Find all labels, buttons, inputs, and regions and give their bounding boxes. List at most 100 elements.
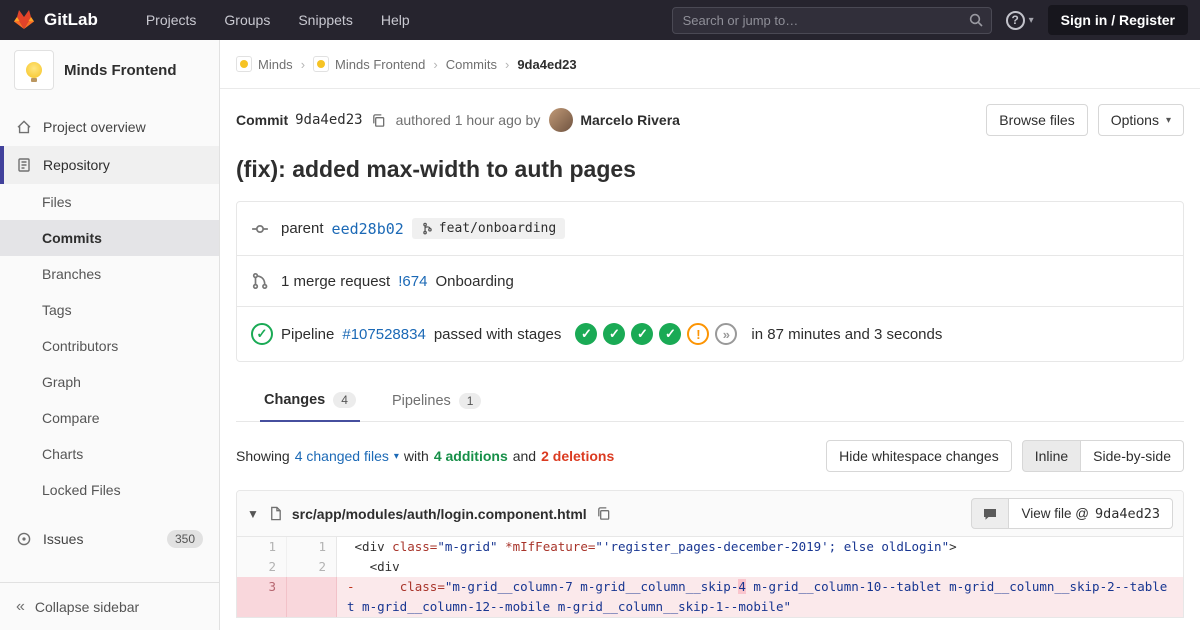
commit-info-box: parent eed28b02 feat/onboarding 1 merge …: [236, 201, 1184, 362]
pipeline-link[interactable]: #107528834: [342, 326, 425, 343]
breadcrumb-separator: ›: [300, 56, 306, 72]
code-line: <div class="m-grid" *mIfFeature="'regist…: [337, 537, 1183, 557]
copy-sha-button[interactable]: [371, 113, 386, 128]
pipeline-status-icon[interactable]: ✓: [251, 323, 273, 345]
file-path[interactable]: src/app/modules/auth/login.component.htm…: [292, 506, 587, 522]
gitlab-home-link[interactable]: GitLab: [12, 8, 98, 32]
code-segment: <div: [354, 559, 400, 574]
search-icon[interactable]: [968, 12, 984, 28]
code-segment: >: [949, 539, 957, 554]
sign-in-button[interactable]: Sign in / Register: [1047, 5, 1188, 35]
changed-files-dropdown[interactable]: 4 changed files ▾: [295, 448, 399, 464]
old-line-number[interactable]: 2: [237, 557, 287, 577]
old-line-number[interactable]: 3: [237, 577, 287, 617]
sidebar-item-branches[interactable]: Branches: [0, 256, 219, 292]
sidebar-item-label: Repository: [43, 157, 110, 173]
options-dropdown-button[interactable]: Options ▾: [1097, 104, 1184, 136]
sidebar-item-tags[interactable]: Tags: [0, 292, 219, 328]
tanuki-icon: [14, 10, 34, 29]
hide-whitespace-button[interactable]: Hide whitespace changes: [826, 440, 1012, 472]
code-segment: "m-grid": [437, 539, 498, 554]
collapse-sidebar-label: Collapse sidebar: [34, 598, 140, 615]
diff-marker: [347, 559, 355, 574]
breadcrumb-label: 9da4ed23: [517, 56, 577, 72]
author-avatar[interactable]: [549, 108, 574, 132]
file-diff-header: ▼ src/app/modules/auth/login.component.h…: [237, 491, 1183, 537]
diff-table: 11 <div class="m-grid" *mIfFeature="'reg…: [237, 537, 1183, 617]
deletions-count: 2 deletions: [541, 448, 615, 464]
breadcrumb-item-9da4ed23[interactable]: 9da4ed23: [517, 57, 576, 72]
sidebar-item-locked-files[interactable]: Locked Files: [0, 472, 219, 508]
view-file-button[interactable]: View file @ 9da4ed23: [1009, 498, 1173, 529]
collapse-file-chevron-icon[interactable]: ▼: [247, 507, 259, 521]
pipeline-status-text: passed with stages: [433, 325, 562, 343]
view-mode-toggle: Inline Side-by-side: [1021, 440, 1184, 472]
nav-menu-item-help[interactable]: Help: [367, 0, 424, 40]
merge-request-link[interactable]: !674: [398, 273, 427, 290]
sidebar-item-graph[interactable]: Graph: [0, 364, 219, 400]
merge-request-count: 1 merge request: [281, 272, 391, 290]
author-name[interactable]: Marcelo Rivera: [580, 112, 680, 128]
breadcrumb-item-minds[interactable]: Minds: [236, 56, 293, 72]
file-comment-button[interactable]: [971, 498, 1010, 529]
sidebar-item-contributors[interactable]: Contributors: [0, 328, 219, 364]
diff-marker: -: [347, 579, 355, 594]
project-context-header[interactable]: Minds Frontend: [0, 40, 219, 100]
pipeline-stage-passed-icon[interactable]: ✓: [659, 323, 682, 345]
repository-subnav: Files Commits Branches Tags Contributors Grap…: [0, 184, 219, 508]
new-line-number[interactable]: [287, 577, 337, 617]
sidebar-item-label: Project overview: [43, 119, 146, 135]
breadcrumb-item-minds-frontend[interactable]: Minds Frontend: [313, 56, 425, 72]
pipeline-stage-skipped-icon[interactable]: »: [715, 323, 738, 345]
sidebar-item-issues[interactable]: Issues 350: [0, 520, 219, 558]
sidebar-item-repository[interactable]: Repository: [0, 146, 219, 184]
nav-menu-item-projects[interactable]: Projects: [132, 0, 211, 40]
collapse-sidebar-button[interactable]: « Collapse sidebar: [0, 582, 219, 630]
branch-ref-chip[interactable]: feat/onboarding: [411, 218, 566, 239]
sidebar-item-files[interactable]: Files: [0, 184, 219, 220]
inline-view-button[interactable]: Inline: [1021, 440, 1082, 472]
home-icon: [16, 119, 32, 135]
top-navbar: GitLab ProjectsGroupsSnippetsHelp ? ▾ Si…: [0, 0, 1200, 40]
sidebar-item-project-overview[interactable]: Project overview: [0, 108, 219, 146]
sidebar-item-label: Issues: [43, 531, 84, 547]
commit-icon: [251, 220, 269, 238]
pipeline-mini-graph: ✓ ✓ ✓ ✓!»: [575, 323, 738, 345]
new-line-number[interactable]: 1: [287, 537, 337, 557]
pipeline-stage-passed-icon[interactable]: ✓: [575, 323, 598, 345]
breadcrumb-item-commits[interactable]: Commits: [446, 57, 497, 72]
help-menu[interactable]: ? ▾: [1005, 10, 1034, 30]
sidebar-item-compare[interactable]: Compare: [0, 400, 219, 436]
issues-count-badge: 350: [166, 530, 203, 548]
pipelines-count-badge: 1: [458, 392, 482, 409]
search-input[interactable]: [671, 6, 992, 34]
sidebar-item-commits[interactable]: Commits: [0, 220, 219, 256]
parent-sha-link[interactable]: eed28b02: [332, 220, 404, 238]
pipeline-stage-warning-icon[interactable]: !: [687, 323, 710, 345]
code-segment: "m-grid__column-7 m-grid__column__skip-: [444, 579, 739, 594]
tab-pipelines[interactable]: Pipelines 1: [388, 384, 486, 421]
browse-files-button[interactable]: Browse files: [986, 104, 1088, 136]
parent-label: parent: [281, 220, 324, 237]
old-line-number[interactable]: 1: [237, 537, 287, 557]
tab-changes[interactable]: Changes 4: [260, 384, 360, 422]
nav-menu-item-snippets[interactable]: Snippets: [284, 0, 366, 40]
new-line-number[interactable]: 2: [287, 557, 337, 577]
commit-title: (fix): added max-width to auth pages: [236, 156, 636, 182]
commit-tabs: Changes 4 Pipelines 1: [236, 384, 1184, 422]
side-by-side-view-button[interactable]: Side-by-side: [1081, 440, 1184, 472]
nav-menu-item-groups[interactable]: Groups: [210, 0, 284, 40]
merge-request-row: 1 merge request !674 Onboarding: [237, 255, 1183, 306]
branch-name: feat/onboarding: [438, 221, 557, 236]
pipeline-stage-passed-icon[interactable]: ✓: [631, 323, 654, 345]
search-box: [671, 6, 992, 34]
pipeline-stage-passed-icon[interactable]: ✓: [603, 323, 626, 345]
copy-file-path-button[interactable]: [596, 506, 611, 521]
sidebar-item-charts[interactable]: Charts: [0, 436, 219, 472]
commit-actions: Browse files Options ▾: [986, 104, 1184, 136]
and-label: and: [512, 448, 537, 464]
main-content: Minds › Minds Frontend › Commits › 9da4ed23 Co…: [220, 40, 1200, 630]
issues-icon: [16, 531, 32, 547]
